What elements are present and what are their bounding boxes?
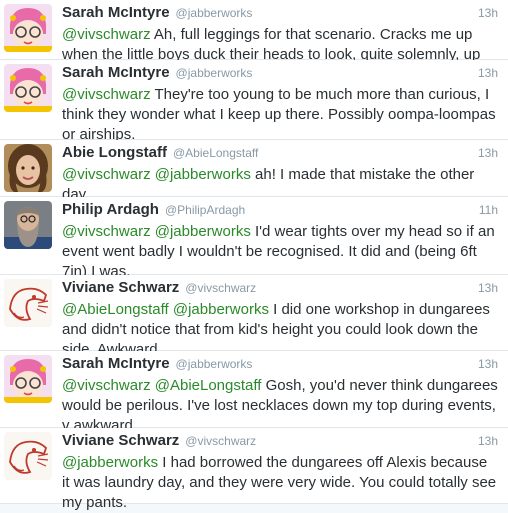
mention-link[interactable]: @vivschwarz (62, 26, 151, 43)
timestamp[interactable]: 13h (478, 6, 498, 20)
author-name[interactable]: Sarah McIntyre (62, 64, 170, 81)
avatar[interactable] (4, 432, 52, 480)
timestamp[interactable]: 13h (478, 357, 498, 371)
author-handle[interactable]: @PhilipArdagh (165, 203, 245, 217)
author-handle[interactable]: @jabberworks (176, 357, 253, 371)
mention-link[interactable]: @vivschwarz @jabberworks (62, 223, 251, 240)
tweet[interactable]: Viviane Schwarz @vivschwarz 13h @AbieLon… (0, 275, 508, 358)
sarah-avatar-icon (4, 355, 52, 403)
author-name[interactable]: Viviane Schwarz (62, 432, 179, 449)
author-handle[interactable]: @jabberworks (176, 66, 253, 80)
author-name[interactable]: Abie Longstaff (62, 144, 167, 161)
mention-link[interactable]: @vivschwarz (62, 86, 151, 103)
author-name[interactable]: Sarah McIntyre (62, 355, 170, 372)
tweet[interactable]: Abie Longstaff @AbieLongstaff 13h @vivsc… (0, 140, 508, 203)
tweet-text: @vivschwarz @jabberworks I'd wear tights… (62, 222, 498, 282)
abie-avatar-icon (4, 144, 52, 192)
author-handle[interactable]: @vivschwarz (185, 434, 256, 448)
tweet[interactable]: Viviane Schwarz @vivschwarz 13h @jabberw… (0, 428, 508, 511)
mention-link[interactable]: @jabberworks (62, 454, 158, 471)
tweet-feed: Sarah McIntyre @jabberworks 13h @vivschw… (0, 0, 508, 511)
philip-avatar-icon (4, 201, 52, 249)
viviane-avatar-icon (4, 432, 52, 480)
avatar[interactable] (4, 64, 52, 112)
avatar[interactable] (4, 279, 52, 327)
author-handle[interactable]: @vivschwarz (185, 281, 256, 295)
avatar[interactable] (4, 355, 52, 403)
tweet-text: @vivschwarz They're too young to be much… (62, 85, 498, 145)
author-handle[interactable]: @AbieLongstaff (173, 146, 258, 160)
tweet[interactable]: Sarah McIntyre @jabberworks 13h @vivschw… (0, 60, 508, 143)
author-handle[interactable]: @jabberworks (176, 6, 253, 20)
timestamp[interactable]: 11h (479, 203, 498, 217)
viviane-avatar-icon (4, 279, 52, 327)
sarah-avatar-icon (4, 64, 52, 112)
mention-link[interactable]: @AbieLongstaff @jabberworks (62, 301, 269, 318)
avatar[interactable] (4, 144, 52, 192)
timestamp[interactable]: 13h (478, 146, 498, 160)
avatar[interactable] (4, 4, 52, 52)
mention-link[interactable]: @vivschwarz @jabberworks (62, 166, 251, 183)
avatar[interactable] (4, 201, 52, 249)
author-name[interactable]: Philip Ardagh (62, 201, 159, 218)
tweet-text: @vivschwarz @AbieLongstaff Gosh, you'd n… (62, 376, 498, 436)
sarah-avatar-icon (4, 4, 52, 52)
timestamp[interactable]: 13h (478, 281, 498, 295)
tweet[interactable]: Philip Ardagh @PhilipArdagh 11h @vivschw… (0, 197, 508, 280)
tweet[interactable]: Sarah McIntyre @jabberworks 13h @vivschw… (0, 0, 508, 83)
mention-link[interactable]: @vivschwarz @AbieLongstaff (62, 377, 261, 394)
timestamp[interactable]: 13h (478, 434, 498, 448)
timestamp[interactable]: 13h (478, 66, 498, 80)
tweet[interactable]: Sarah McIntyre @jabberworks 13h @vivschw… (0, 351, 508, 434)
author-name[interactable]: Sarah McIntyre (62, 4, 170, 21)
author-name[interactable]: Viviane Schwarz (62, 279, 179, 296)
tweet-text: @jabberworks I had borrowed the dungaree… (62, 453, 498, 513)
